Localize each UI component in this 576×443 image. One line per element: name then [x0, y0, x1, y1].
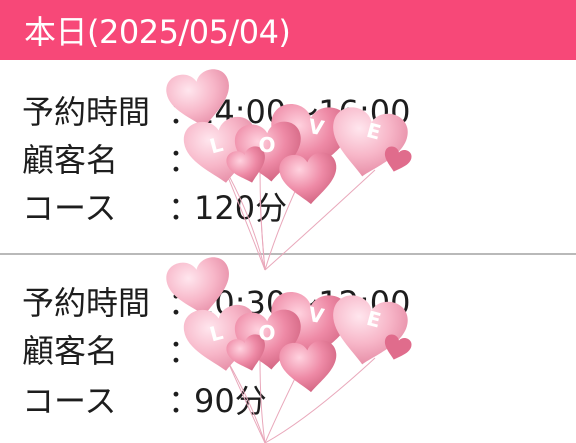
sticker-letter: O — [258, 133, 275, 157]
heart-balloon-icon — [325, 292, 411, 371]
page-header: 本日(2025/05/04) — [0, 0, 576, 60]
time-label: 予約時間 — [22, 284, 151, 322]
customer-label: 顧客名 — [22, 332, 119, 370]
course-label: コース — [22, 382, 117, 420]
heart-balloon-icon — [325, 104, 411, 183]
customer-label: 顧客名 — [22, 141, 119, 179]
love-balloons-sticker[interactable]: L O V E — [160, 248, 430, 443]
heart-balloon-icon — [278, 151, 340, 207]
love-balloons-sticker[interactable]: L O V E — [160, 60, 430, 275]
sticker-letter: O — [258, 321, 275, 345]
heart-balloon-icon — [278, 339, 340, 395]
time-label: 予約時間 — [22, 93, 151, 131]
course-label: コース — [22, 189, 117, 227]
header-title: 本日(2025/05/04) — [24, 13, 291, 51]
